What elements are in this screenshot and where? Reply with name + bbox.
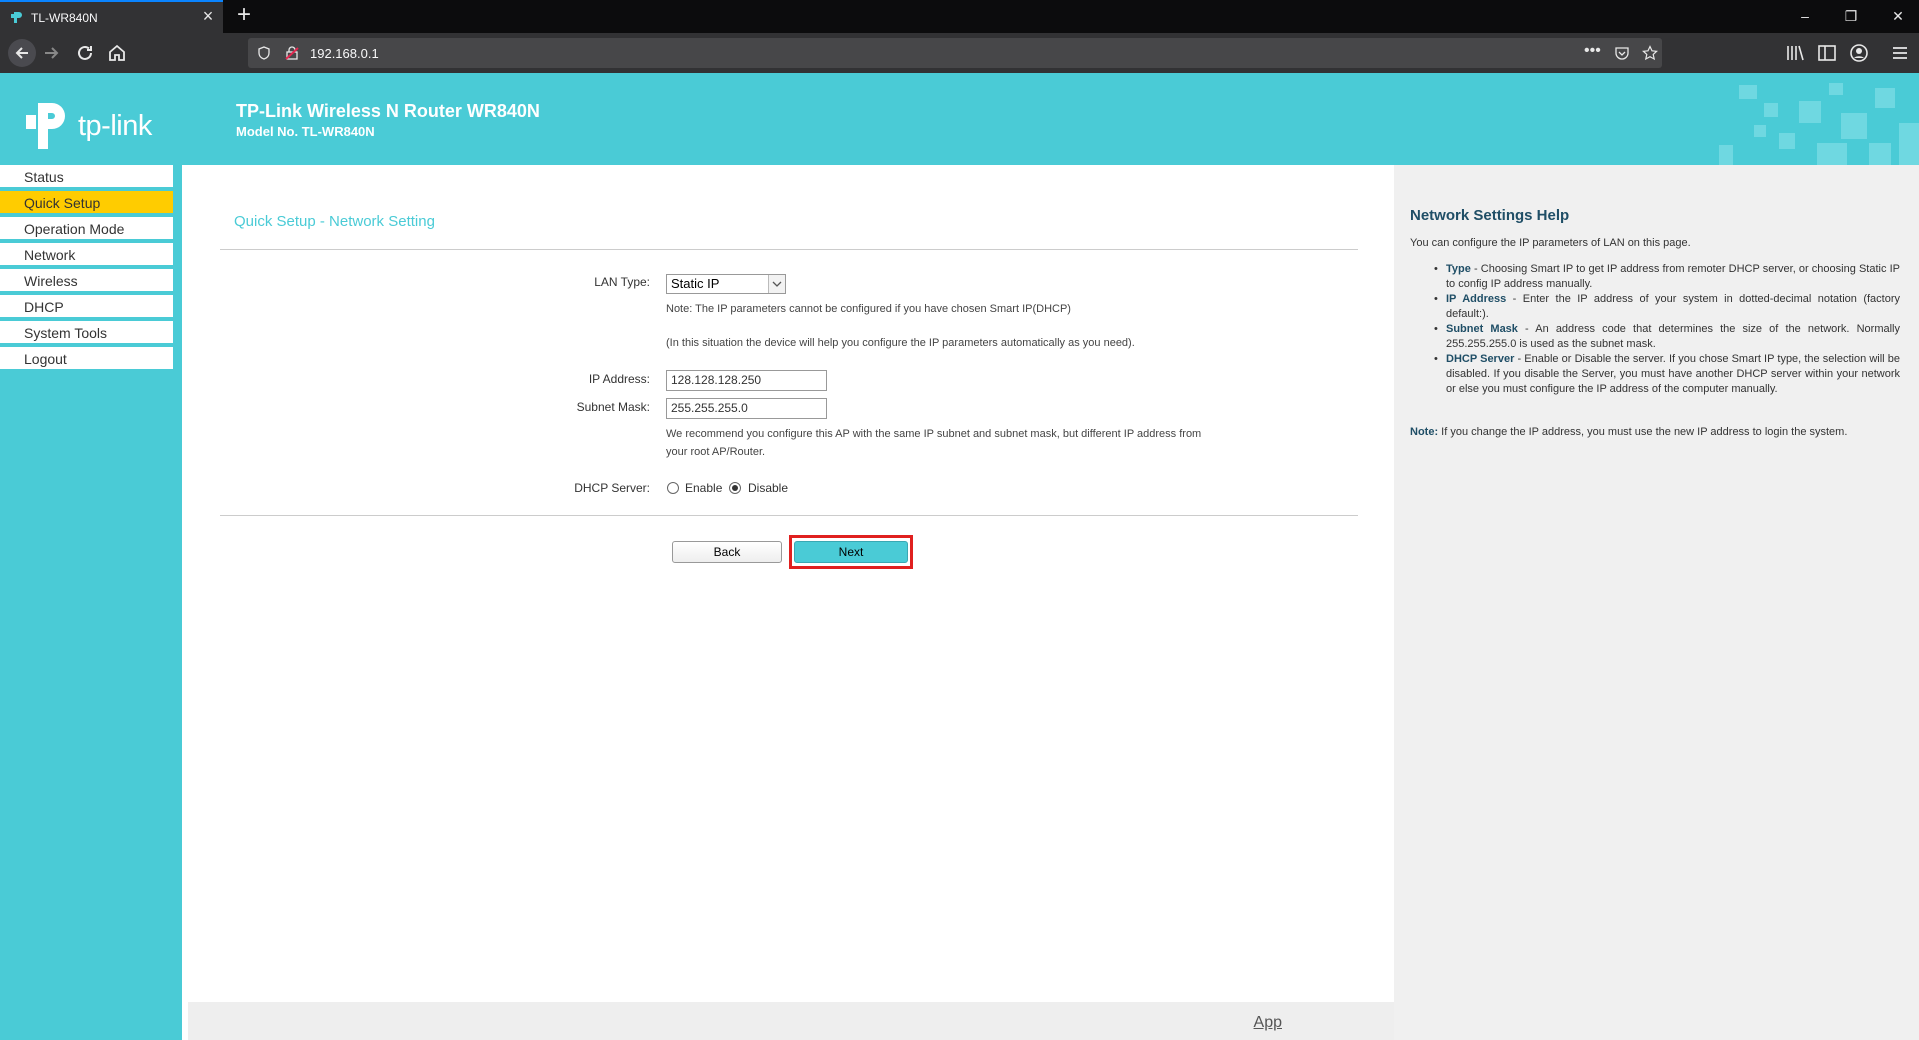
reload-icon — [78, 45, 92, 60]
ip-address-input[interactable]: 128.128.128.250 — [666, 370, 827, 391]
help-term: IP Address — [1446, 293, 1507, 305]
browser-tab-bar: TL-WR840N × + – ❐ ✕ — [0, 0, 1919, 33]
sidebar-item-wireless[interactable]: Wireless — [0, 269, 173, 293]
lan-type-select[interactable]: Static IP — [666, 274, 786, 294]
dhcp-disable-radio[interactable] — [729, 482, 741, 494]
shield-icon[interactable] — [256, 45, 272, 61]
back-button[interactable]: Back — [672, 541, 782, 563]
page-actions-icon[interactable]: ••• — [1584, 42, 1601, 60]
sidebar-item-status[interactable]: Status — [0, 165, 173, 189]
browser-tab[interactable]: TL-WR840N × — [0, 0, 223, 33]
divider — [220, 515, 1358, 516]
app-link[interactable]: App — [1254, 1014, 1282, 1032]
next-button[interactable]: Next — [794, 541, 908, 563]
ip-address-label: IP Address: — [588, 372, 650, 386]
help-text: - Enter the IP address of your system in… — [1446, 293, 1901, 320]
lan-type-note: Note: The IP parameters cannot be config… — [666, 303, 1071, 315]
help-panel: Network Settings Help You can configure … — [1394, 165, 1919, 1040]
footer-bar: App — [188, 1002, 1394, 1040]
recommend-note-2: your root AP/Router. — [666, 446, 766, 458]
forward-button[interactable] — [40, 41, 64, 65]
help-item-dhcp-server: DHCP Server - Enable or Disable the serv… — [1434, 352, 1900, 397]
help-term: Subnet Mask — [1446, 323, 1518, 335]
help-text: - Choosing Smart IP to get IP address fr… — [1446, 263, 1900, 290]
forward-arrow-icon — [45, 47, 59, 59]
dhcp-enable-label[interactable]: Enable — [685, 481, 722, 495]
page-title: Quick Setup - Network Setting — [234, 213, 435, 230]
url-text[interactable]: 192.168.0.1 — [310, 46, 379, 61]
logo-text: tp-link — [78, 110, 152, 142]
header-decoration — [1719, 83, 1919, 165]
close-tab-icon[interactable]: × — [199, 7, 217, 25]
reload-button[interactable] — [73, 41, 97, 65]
new-tab-icon[interactable]: + — [232, 3, 256, 27]
library-icon[interactable] — [1784, 42, 1806, 64]
dhcp-enable-radio[interactable] — [667, 482, 679, 494]
dhcp-server-label: DHCP Server: — [574, 481, 650, 495]
bookmark-star-icon[interactable] — [1642, 45, 1658, 61]
sidebar-item-logout[interactable]: Logout — [0, 347, 173, 371]
minimize-icon[interactable]: – — [1795, 6, 1815, 26]
close-window-icon[interactable]: ✕ — [1888, 6, 1908, 26]
insecure-lock-icon[interactable] — [284, 45, 300, 61]
hamburger-menu-icon[interactable] — [1889, 42, 1911, 64]
browser-nav-bar: 192.168.0.1 ••• — [0, 33, 1919, 73]
help-note-text: If you change the IP address, you must u… — [1438, 426, 1848, 438]
help-text: - Enable or Disable the server. If you c… — [1446, 353, 1900, 395]
account-icon[interactable] — [1848, 42, 1870, 64]
back-button[interactable] — [8, 39, 36, 67]
dhcp-disable-label[interactable]: Disable — [748, 481, 788, 495]
help-intro: You can configure the IP parameters of L… — [1410, 237, 1691, 249]
help-note: Note: If you change the IP address, you … — [1410, 426, 1847, 438]
tp-link-favicon-icon — [11, 12, 22, 23]
home-icon — [109, 44, 125, 61]
sidebar-toggle-icon[interactable] — [1816, 42, 1838, 64]
sidebar-item-quick-setup[interactable]: Quick Setup — [0, 191, 173, 215]
tp-link-logo-icon — [26, 103, 65, 149]
help-title: Network Settings Help — [1410, 207, 1570, 224]
help-item-subnet-mask: Subnet Mask - An address code that deter… — [1434, 322, 1900, 352]
model-number: Model No. TL-WR840N — [236, 124, 375, 139]
sidebar-item-network[interactable]: Network — [0, 243, 173, 267]
chevron-down-icon[interactable] — [768, 275, 785, 293]
main-content: Quick Setup - Network Setting LAN Type: … — [182, 165, 1394, 1040]
recommend-note: We recommend you configure this AP with … — [666, 428, 1202, 440]
lan-type-value: Static IP — [671, 276, 720, 291]
help-item-ip-address: IP Address - Enter the IP address of you… — [1434, 292, 1900, 322]
router-header: tp-link TP-Link Wireless N Router WR840N… — [0, 73, 1919, 165]
divider — [220, 249, 1358, 250]
home-button[interactable] — [105, 41, 129, 65]
help-term: DHCP Server — [1446, 353, 1515, 365]
sidebar-item-dhcp[interactable]: DHCP — [0, 295, 173, 319]
product-title: TP-Link Wireless N Router WR840N — [236, 101, 540, 121]
lan-type-label: LAN Type: — [594, 275, 650, 289]
back-arrow-icon — [15, 47, 28, 59]
help-list: Type - Choosing Smart IP to get IP addre… — [1434, 262, 1900, 397]
help-item-type: Type - Choosing Smart IP to get IP addre… — [1434, 262, 1900, 292]
restore-icon[interactable]: ❐ — [1841, 6, 1861, 26]
url-bar[interactable]: 192.168.0.1 ••• — [248, 38, 1662, 68]
help-term: Type — [1446, 263, 1471, 275]
subnet-mask-label: Subnet Mask: — [576, 400, 650, 414]
sidebar-menu: Status Quick Setup Operation Mode Networ… — [0, 165, 182, 1040]
sidebar-item-system-tools[interactable]: System Tools — [0, 321, 173, 345]
sidebar-item-operation-mode[interactable]: Operation Mode — [0, 217, 173, 241]
subnet-mask-input[interactable]: 255.255.255.0 — [666, 398, 827, 419]
pocket-icon[interactable] — [1614, 45, 1630, 61]
tab-title: TL-WR840N — [31, 11, 98, 25]
lan-type-note-2: (In this situation the device will help … — [666, 337, 1135, 349]
help-note-label: Note: — [1410, 426, 1439, 438]
